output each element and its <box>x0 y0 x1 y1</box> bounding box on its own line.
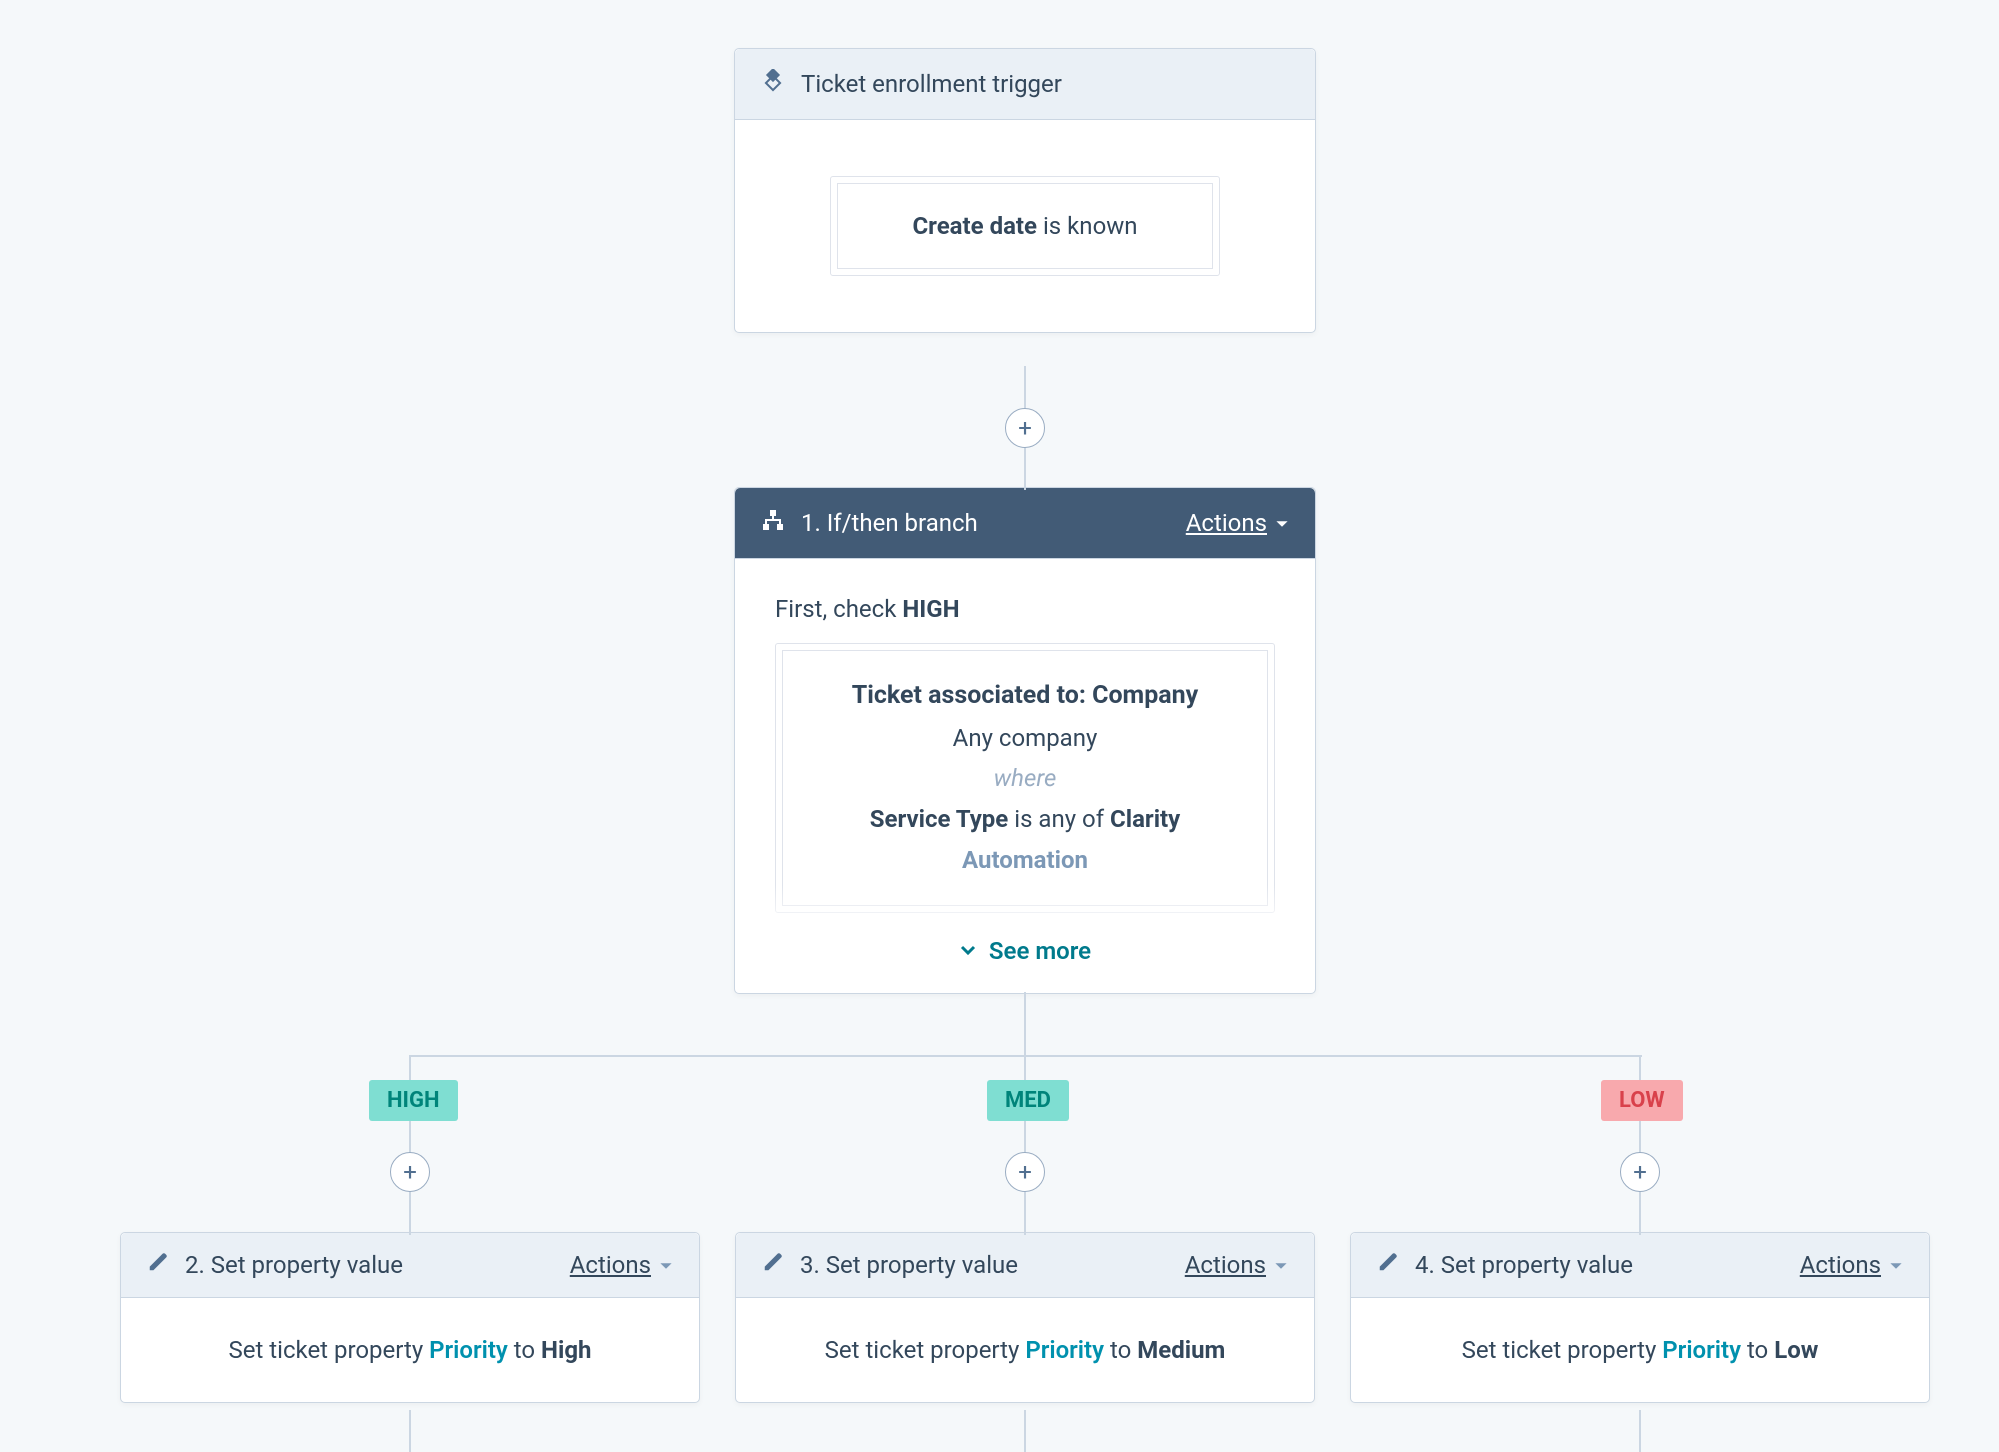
action-property-link[interactable]: Priority <box>1025 1336 1104 1364</box>
action-card-body: Set ticket property Priority to Medium <box>736 1298 1314 1402</box>
add-step-button[interactable]: + <box>1620 1152 1660 1192</box>
action-card-body: Set ticket property Priority to High <box>121 1298 699 1402</box>
branch-icon <box>761 508 785 538</box>
trigger-title: Ticket enrollment trigger <box>801 70 1062 98</box>
actions-label: Actions <box>1186 509 1267 537</box>
connector-line <box>1639 1410 1641 1452</box>
branch-check-value: HIGH <box>902 595 959 623</box>
see-more-label: See more <box>989 937 1091 965</box>
branch-condition-wrap: Ticket associated to: Company Any compan… <box>775 643 1275 913</box>
action-card-header: 2. Set property value Actions <box>121 1233 699 1298</box>
caret-down-icon <box>1274 1251 1288 1279</box>
branch-condition[interactable]: Ticket associated to: Company Any compan… <box>782 650 1268 906</box>
action-text-prefix: Set ticket property <box>228 1336 429 1364</box>
branch-actions-menu[interactable]: Actions <box>1186 509 1289 537</box>
trigger-condition-operator: is known <box>1037 212 1138 240</box>
connector-line <box>410 1055 1642 1057</box>
action-text-mid: to <box>1104 1336 1137 1364</box>
action-card-body: Set ticket property Priority to Low <box>1351 1298 1929 1402</box>
action-card-header: 4. Set property value Actions <box>1351 1233 1929 1298</box>
action-card-med[interactable]: 3. Set property value Actions Set ticket… <box>735 1232 1315 1403</box>
trigger-condition-wrap: Create date is known <box>830 176 1220 276</box>
action-card-low[interactable]: 4. Set property value Actions Set ticket… <box>1350 1232 1930 1403</box>
add-step-button[interactable]: + <box>1005 1152 1045 1192</box>
caret-down-icon <box>659 1251 673 1279</box>
caret-down-icon <box>1275 509 1289 537</box>
branch-card-header: 1. If/then branch Actions <box>735 488 1315 559</box>
edit-icon <box>147 1251 169 1279</box>
connector-line <box>1024 992 1026 1056</box>
caret-down-icon <box>1889 1251 1903 1279</box>
action-card-header: 3. Set property value Actions <box>736 1233 1314 1298</box>
see-more-button[interactable]: See more <box>959 937 1091 965</box>
edit-icon <box>1377 1251 1399 1279</box>
action-actions-menu[interactable]: Actions <box>570 1251 673 1279</box>
actions-label: Actions <box>1185 1251 1266 1279</box>
branch-check-prefix: First, check <box>775 595 902 623</box>
action-actions-menu[interactable]: Actions <box>1185 1251 1288 1279</box>
connector-line <box>1024 1410 1026 1452</box>
connector-line <box>409 1410 411 1452</box>
action-text-mid: to <box>1741 1336 1774 1364</box>
branch-card[interactable]: 1. If/then branch Actions First, check H… <box>734 487 1316 994</box>
action-value: Low <box>1774 1336 1818 1364</box>
action-card-high[interactable]: 2. Set property value Actions Set ticket… <box>120 1232 700 1403</box>
action-title: 4. Set property value <box>1415 1251 1633 1279</box>
add-step-button[interactable]: + <box>1005 408 1045 448</box>
branch-cond-op: is any of <box>1008 805 1110 833</box>
trigger-card-body: Create date is known <box>735 120 1315 332</box>
branch-cond-extra: Automation <box>962 846 1088 874</box>
branch-assoc-sub: Any company <box>813 718 1237 759</box>
action-title: 2. Set property value <box>185 1251 403 1279</box>
trigger-icon <box>761 69 785 99</box>
action-property-link[interactable]: Priority <box>429 1336 508 1364</box>
branch-where-label: where <box>813 758 1237 799</box>
branch-card-body: First, check HIGH Ticket associated to: … <box>735 559 1315 993</box>
add-step-button[interactable]: + <box>390 1152 430 1192</box>
actions-label: Actions <box>1800 1251 1881 1279</box>
branch-cond-prop: Service Type <box>870 805 1009 833</box>
branch-step-label: 1. If/then branch <box>801 509 978 537</box>
branch-label-high[interactable]: HIGH <box>369 1080 458 1121</box>
action-actions-menu[interactable]: Actions <box>1800 1251 1903 1279</box>
branch-label-med[interactable]: MED <box>987 1080 1069 1121</box>
trigger-card[interactable]: Ticket enrollment trigger Create date is… <box>734 48 1316 333</box>
action-text-prefix: Set ticket property <box>825 1336 1026 1364</box>
trigger-condition-property: Create date <box>912 212 1037 240</box>
action-text-mid: to <box>508 1336 541 1364</box>
action-text-prefix: Set ticket property <box>1462 1336 1663 1364</box>
action-title: 3. Set property value <box>800 1251 1018 1279</box>
edit-icon <box>762 1251 784 1279</box>
branch-label-low[interactable]: LOW <box>1601 1080 1683 1121</box>
chevron-down-icon <box>959 937 977 965</box>
action-property-link[interactable]: Priority <box>1662 1336 1741 1364</box>
trigger-card-header: Ticket enrollment trigger <box>735 49 1315 120</box>
trigger-condition[interactable]: Create date is known <box>837 183 1213 269</box>
branch-assoc-label: Ticket associated to: Company <box>852 681 1199 710</box>
workflow-canvas: Ticket enrollment trigger Create date is… <box>0 0 1999 1452</box>
action-value: High <box>541 1336 591 1364</box>
action-value: Medium <box>1137 1336 1225 1364</box>
actions-label: Actions <box>570 1251 651 1279</box>
branch-cond-val: Clarity <box>1110 805 1180 833</box>
branch-check-line: First, check HIGH <box>775 595 1275 623</box>
